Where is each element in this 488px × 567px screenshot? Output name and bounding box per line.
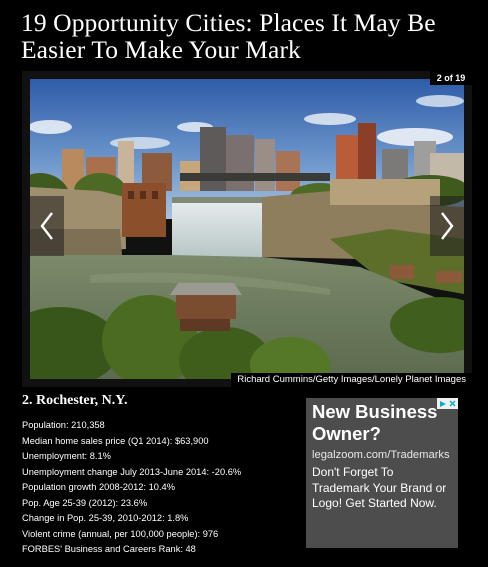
slide-counter: 2 of 19 [430,71,472,85]
page: 19 Opportunity Cities: Places It May Be … [0,0,488,567]
stat-item: Population: 210,358 [22,420,105,430]
advertisement[interactable]: New Business Owner? legalzoom.com/Tradem… [306,398,458,548]
stat-item: Population growth 2008-2012: 10.4% [22,482,175,492]
stat-item: Pop. Age 25-39 (2012): 23.6% [22,497,148,508]
stat-item: Change in Pop. 25-39, 2010-2012: 1.8% [22,513,189,523]
city-stats-list: Population: 210,358 Median home sales pr… [22,418,241,558]
stat-item: Unemployment: 8.1% [22,451,111,461]
ad-headline[interactable]: New Business Owner? [312,401,452,445]
city-title: 2. Rochester, N.Y. [22,393,128,408]
stat-item: FORBES' Business and Careers Rank: 48 [22,544,196,554]
slide-photo [30,79,464,379]
page-title: 19 Opportunity Cities: Places It May Be … [21,8,436,64]
chevron-right-icon [441,212,454,240]
previous-slide-button[interactable] [30,196,64,256]
ad-body[interactable]: Don't Forget To Trademark Your Brand or … [312,465,454,512]
chevron-left-icon [40,212,53,240]
next-slide-button[interactable] [430,196,464,256]
slideshow: 2 of 19 Richard Cummins/Getty Images/Lon… [22,71,472,387]
photo-credit: Richard Cummins/Getty Images/Lonely Plan… [231,373,472,387]
stat-item: Unemployment change July 2013-June 2014:… [22,466,242,477]
stat-item: Violent crime (annual, per 100,000 peopl… [22,528,219,539]
ad-url[interactable]: legalzoom.com/Trademarks [312,449,450,461]
stat-item: Median home sales price (Q1 2014): $63,9… [22,435,209,446]
